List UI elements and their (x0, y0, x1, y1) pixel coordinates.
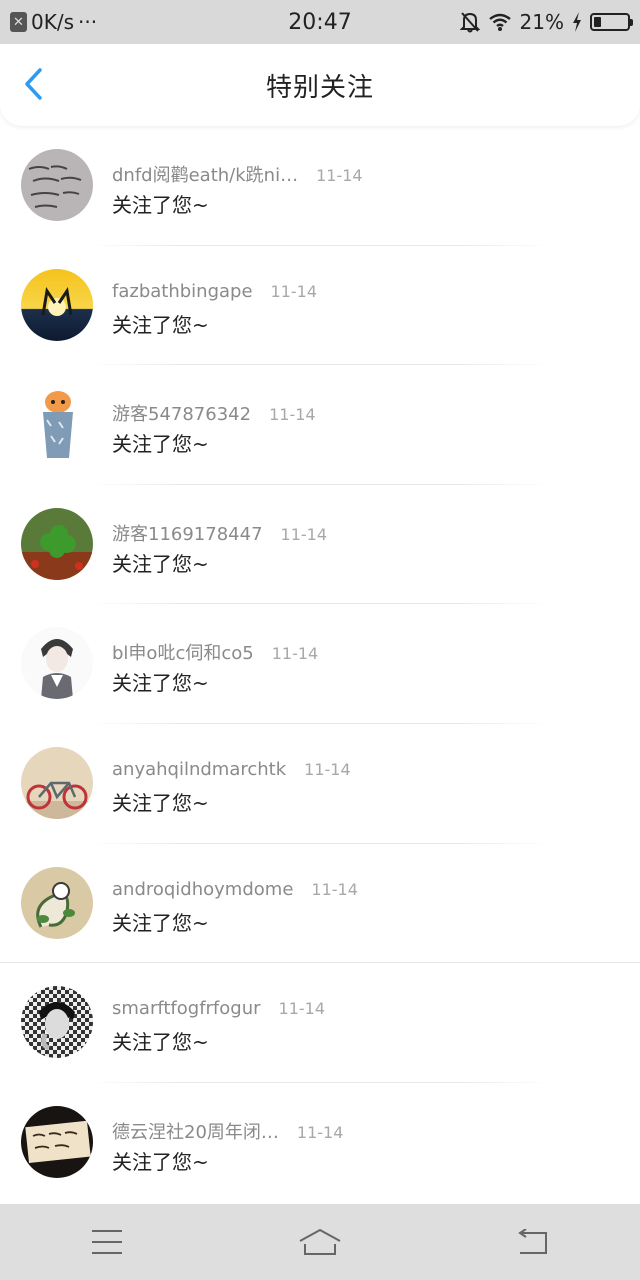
battery-icon (590, 13, 633, 31)
page-title: 特别关注 (265, 72, 374, 103)
item-text: 游客547876342 11-14 关注了您~ (112, 400, 630, 457)
avatar[interactable] (21, 627, 93, 700)
list-item[interactable]: dnfd阅鹳eath/k跣ni… 11-14 关注了您~ (0, 126, 640, 246)
chevron-left-icon (25, 68, 42, 100)
charging-icon (573, 12, 581, 32)
avatar[interactable] (21, 866, 93, 939)
action-text: 关注了您~ (112, 432, 209, 457)
notification-close-icon: ✕ (10, 12, 27, 32)
action-text: 关注了您~ (112, 551, 209, 576)
avatar[interactable] (21, 746, 93, 819)
system-nav-bar (0, 1204, 640, 1280)
action-text: 关注了您~ (112, 1149, 209, 1174)
avatar[interactable] (21, 149, 93, 221)
action-text: 关注了您~ (112, 671, 209, 696)
wifi-icon (488, 13, 511, 31)
date: 11-14 (316, 166, 363, 185)
page-header: 特别关注 (0, 44, 640, 126)
more-dots: ··· (78, 10, 98, 34)
date: 11-14 (311, 879, 358, 899)
username[interactable]: 德云涅社20周年闭… (112, 1118, 279, 1144)
item-text: androqidhoymdome 11-14 关注了您~ (112, 879, 630, 936)
item-text: bl申o吡c伺和co5 11-14 关注了您~ (112, 639, 630, 696)
date: 11-14 (296, 1122, 344, 1142)
avatar[interactable] (21, 268, 93, 341)
avatar[interactable] (21, 986, 93, 1059)
net-speed: 0K/s (31, 10, 74, 34)
back-nav-button[interactable] (473, 1212, 593, 1272)
username[interactable]: bl申o吡c伺和co5 (112, 639, 254, 665)
date: 11-14 (271, 644, 319, 664)
battery-level (594, 17, 601, 27)
username[interactable]: smarftfogfrfogur (112, 998, 261, 1019)
avatar[interactable] (21, 1105, 93, 1178)
username[interactable]: anyahqilndmarchtk (112, 759, 286, 780)
username[interactable]: androqidhoymdome (112, 879, 293, 900)
date: 11-14 (278, 999, 326, 1019)
avatar[interactable] (21, 507, 93, 580)
return-icon (518, 1229, 548, 1254)
mute-bell-icon (459, 12, 480, 33)
action-text: 关注了您~ (112, 1030, 209, 1055)
action-text: 关注了您~ (112, 312, 209, 337)
username[interactable]: 游客1169178447 (112, 520, 263, 546)
item-text: fazbathbingape 11-14 关注了您~ (112, 281, 630, 338)
avatar[interactable] (21, 388, 93, 461)
status-right: 21% (430, 10, 633, 34)
list-item[interactable]: bl申o吡c伺和co5 11-14 关注了您~ (0, 604, 640, 724)
battery-percent: 21% (519, 10, 564, 34)
action-text: 关注了您~ (112, 193, 209, 217)
date: 11-14 (270, 281, 318, 301)
username[interactable]: dnfd阅鹳eath/k跣ni… (112, 161, 298, 187)
home-icon (299, 1228, 341, 1255)
date: 11-14 (280, 524, 328, 544)
list-item[interactable]: 德云涅社20周年闭… 11-14 关注了您~ (0, 1083, 640, 1203)
list-item[interactable]: smarftfogfrfogur 11-14 关注了您~ (0, 963, 640, 1083)
status-bar: ✕ 0K/s ··· 20:47 21% (0, 0, 640, 44)
home-button[interactable] (260, 1212, 380, 1272)
action-text: 关注了您~ (112, 790, 209, 815)
list-item[interactable]: anyahqilndmarchtk 11-14 关注了您~ (0, 724, 640, 844)
list-item[interactable]: fazbathbingape 11-14 关注了您~ (0, 246, 640, 366)
item-text: dnfd阅鹳eath/k跣ni… 11-14 关注了您~ (112, 161, 630, 218)
item-text: smarftfogfrfogur 11-14 关注了您~ (112, 998, 630, 1055)
username[interactable]: fazbathbingape (112, 281, 253, 302)
date: 11-14 (269, 405, 316, 425)
menu-icon (91, 1230, 122, 1254)
date: 11-14 (304, 759, 351, 779)
status-left: ✕ 0K/s ··· (10, 10, 210, 34)
item-text: anyahqilndmarchtk 11-14 关注了您~ (112, 759, 630, 816)
back-button[interactable] (16, 66, 52, 102)
list-item[interactable]: androqidhoymdome 11-14 关注了您~ (0, 844, 640, 964)
menu-button[interactable] (47, 1212, 167, 1272)
item-text: 德云涅社20周年闭… 11-14 关注了您~ (112, 1118, 630, 1175)
item-text: 游客1169178447 11-14 关注了您~ (112, 520, 630, 577)
action-text: 关注了您~ (112, 910, 209, 935)
username[interactable]: 游客547876342 (112, 400, 251, 426)
list-item[interactable]: 游客1169178447 11-14 关注了您~ (0, 485, 640, 605)
list-item[interactable]: 游客547876342 11-14 关注了您~ (0, 365, 640, 485)
follower-list: dnfd阅鹳eath/k跣ni… 11-14 关注了您~ fazbathbing… (0, 126, 640, 1204)
